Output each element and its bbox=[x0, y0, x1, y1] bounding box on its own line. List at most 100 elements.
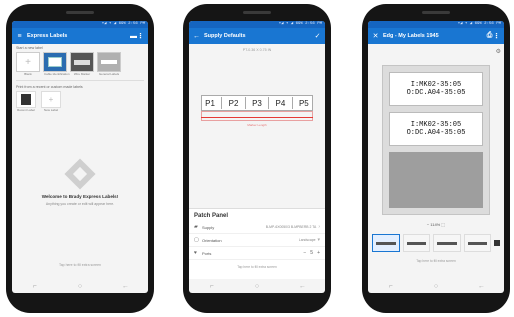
ports-stepper[interactable]: − 5 + bbox=[303, 250, 320, 256]
fit-icon[interactable]: ⬚ bbox=[441, 222, 445, 227]
prop-label: Ports bbox=[202, 250, 212, 256]
chevron-down-icon: ▾ bbox=[317, 237, 320, 243]
status-bar: ▾◢ ▾ ◢ 69% 2:56 PM bbox=[368, 21, 504, 28]
orientation-row[interactable]: ▢ Orientation Landscape ▾ bbox=[189, 234, 325, 247]
marker-guide bbox=[201, 111, 313, 121]
minus-icon[interactable]: − bbox=[303, 250, 306, 256]
thumbnail-strip bbox=[372, 232, 500, 254]
empty-segment[interactable] bbox=[389, 152, 483, 208]
ports-row[interactable]: ♥ Ports − 5 + bbox=[189, 247, 325, 260]
plus-icon[interactable]: + bbox=[317, 250, 320, 256]
back-nav-icon[interactable]: ← bbox=[296, 283, 308, 290]
app-bar: ✕ Edg - My Labels 1945 ⎙ ⋮ bbox=[368, 28, 504, 44]
zoom-control[interactable]: − 114% ⬚ bbox=[368, 222, 504, 227]
supply-screen: ▾◢ ▾ ◢ 69% 2:56 PM ← Supply Defaults ✓ P… bbox=[189, 21, 325, 293]
home-nav-icon[interactable]: ○ bbox=[74, 283, 86, 290]
recent-add[interactable]: + New Label bbox=[41, 91, 61, 112]
settings-icon[interactable]: ⚙ bbox=[496, 48, 501, 55]
editor-screen: ▾◢ ▾ ◢ 69% 2:56 PM ✕ Edg - My Labels 194… bbox=[368, 21, 504, 293]
ruler-text: PT-0.36 X 0.75 IN bbox=[242, 48, 272, 52]
status-bar: ▾◢ ▾ ◢ 69% 2:56 PM bbox=[189, 21, 325, 28]
port-label[interactable]: P2 bbox=[229, 99, 239, 108]
blank-template[interactable]: + Blank bbox=[16, 52, 40, 76]
welcome-panel: Welcome to Brady Express Labels! Anythin… bbox=[12, 158, 148, 206]
speaker bbox=[243, 11, 271, 14]
label-segment[interactable]: I:MK02-35:05 O:DC.A04-35:05 bbox=[389, 72, 483, 106]
thumbnail[interactable] bbox=[372, 234, 400, 252]
back-arrow-icon[interactable]: ← bbox=[193, 33, 200, 40]
back-nav-icon[interactable]: ← bbox=[475, 283, 487, 290]
more-icon[interactable]: ⋮ bbox=[137, 33, 144, 40]
app-title: Supply Defaults bbox=[204, 33, 246, 39]
scroll-right-icon[interactable] bbox=[494, 240, 500, 246]
chevron-right-icon: › bbox=[318, 224, 320, 230]
segment-line: I:MK02-35:05 bbox=[410, 80, 462, 89]
footer-hint: Tap here to fill extra screen bbox=[237, 265, 277, 269]
recents-nav-icon[interactable]: ⌐ bbox=[206, 283, 218, 290]
status-bar: ▾◢ ▾ ◢ 69% 2:56 PM bbox=[12, 21, 148, 28]
phone-home-screen: ▾◢ ▾ ◢ 69% 2:56 PM ≡ Express Labels ▬ ⋮ … bbox=[6, 4, 154, 313]
properties-sheet: Patch Panel ▰ Supply B-MP-6X0050/3 B-MPB… bbox=[189, 208, 325, 279]
sheet-title: Patch Panel bbox=[194, 213, 229, 219]
thumbnail[interactable] bbox=[402, 234, 430, 252]
template-row: + Blank Cable Identification Wire Marker… bbox=[12, 52, 148, 76]
zoom-level: 114% bbox=[430, 222, 441, 227]
phone-editor-screen: ▾◢ ▾ ◢ 69% 2:56 PM ✕ Edg - My Labels 194… bbox=[362, 4, 510, 313]
segment-line: O:DC.A04-35:05 bbox=[406, 89, 466, 97]
nav-bar: ⌐ ○ ← bbox=[189, 279, 325, 293]
prop-label: Orientation bbox=[202, 237, 222, 243]
more-icon[interactable]: ⋮ bbox=[493, 33, 500, 40]
app-bar: ← Supply Defaults ✓ bbox=[189, 28, 325, 44]
template-preview bbox=[101, 60, 117, 64]
ports-value: 5 bbox=[310, 250, 314, 256]
label-segment[interactable]: I:MK02-35:05 O:DC.A04-35:05 bbox=[389, 112, 483, 146]
port-label[interactable]: P3 bbox=[252, 99, 262, 108]
thumbnail[interactable] bbox=[433, 234, 461, 252]
wire-marker-template[interactable]: Wire Marker bbox=[70, 52, 94, 76]
check-icon[interactable]: ✓ bbox=[314, 33, 321, 40]
thumbnail-bar bbox=[406, 242, 426, 245]
port-label[interactable]: P4 bbox=[276, 99, 286, 108]
cable-id-template[interactable]: Cable Identification bbox=[43, 52, 70, 76]
patch-panel-label[interactable]: P1 P2 P3 P4 P5 bbox=[201, 95, 313, 111]
prop-value: Landscape bbox=[298, 238, 316, 242]
footer-hint: Tap here to fill extra screen bbox=[416, 259, 456, 263]
recent-label: New Label bbox=[43, 108, 59, 112]
supply-icon: ▰ bbox=[194, 224, 198, 230]
nav-bar: ⌐ ○ ← bbox=[368, 279, 504, 293]
port-label[interactable]: P5 bbox=[299, 99, 309, 108]
recents-nav-icon[interactable]: ⌐ bbox=[29, 283, 41, 290]
port-divider bbox=[244, 97, 246, 109]
general-template[interactable]: General Labels bbox=[97, 52, 121, 76]
divider bbox=[16, 80, 144, 81]
template-label: Wire Marker bbox=[73, 72, 91, 76]
recent-heading: Print from a recent or custom made label… bbox=[16, 85, 83, 89]
template-label: Cable Identification bbox=[44, 72, 70, 76]
prop-value: B-MP-6X0050/3 B-MPBERB 2 TA bbox=[265, 225, 317, 229]
close-icon[interactable]: ✕ bbox=[372, 33, 379, 40]
footer-hint: Tap here to fill extra screen bbox=[58, 263, 102, 267]
port-label[interactable]: P1 bbox=[205, 99, 215, 108]
folder-icon[interactable]: ▬ bbox=[130, 33, 137, 40]
template-preview bbox=[74, 59, 90, 65]
thumbnail[interactable] bbox=[463, 234, 491, 252]
printer-icon bbox=[21, 94, 31, 105]
menu-icon[interactable]: ≡ bbox=[16, 33, 23, 40]
home-nav-icon[interactable]: ○ bbox=[251, 283, 263, 290]
recents-nav-icon[interactable]: ⌐ bbox=[385, 283, 397, 290]
port-divider bbox=[268, 97, 270, 109]
port-divider bbox=[291, 97, 293, 109]
print-icon[interactable]: ⎙ bbox=[486, 32, 493, 40]
template-label: Blank bbox=[24, 72, 32, 76]
home-nav-icon[interactable]: ○ bbox=[430, 283, 442, 290]
supply-row[interactable]: ▰ Supply B-MP-6X0050/3 B-MPBERB 2 TA › bbox=[189, 221, 325, 234]
template-preview bbox=[48, 57, 62, 67]
app-title: Express Labels bbox=[27, 33, 68, 39]
recent-printer[interactable]: Recent Label bbox=[16, 91, 36, 112]
thumbnail-bar bbox=[467, 242, 487, 245]
segment-line: O:DC.A04-35:05 bbox=[406, 129, 466, 137]
recent-row: Recent Label + New Label bbox=[12, 91, 148, 112]
thumbnail-bar bbox=[437, 242, 457, 245]
app-title: Edg - My Labels 1945 bbox=[383, 33, 439, 39]
back-nav-icon[interactable]: ← bbox=[119, 283, 131, 290]
